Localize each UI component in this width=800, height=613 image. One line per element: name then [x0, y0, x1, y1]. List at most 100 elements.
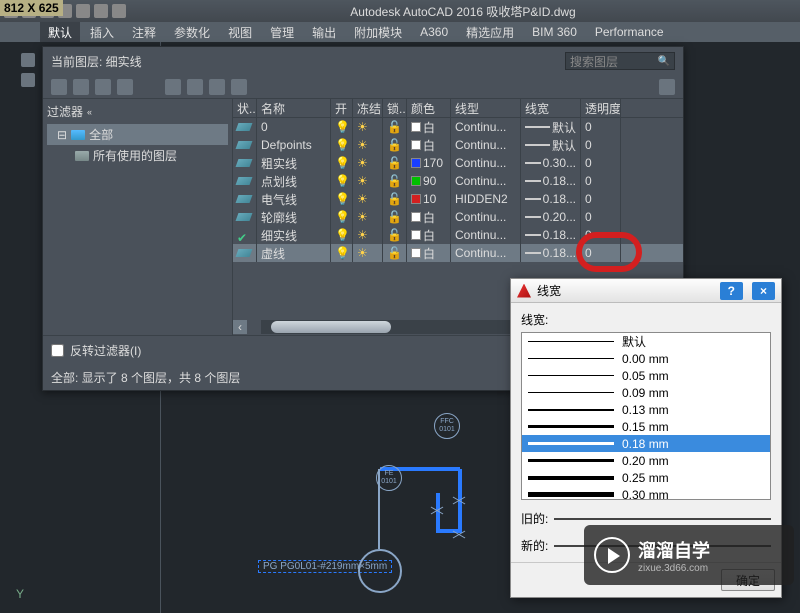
lightbulb-icon[interactable]: 💡: [335, 228, 350, 242]
col-color[interactable]: 颜色: [407, 99, 451, 117]
lock-icon[interactable]: 🔓: [387, 138, 402, 152]
lightbulb-icon[interactable]: 💡: [335, 210, 350, 224]
lock-icon[interactable]: 🔓: [387, 174, 402, 188]
lock-icon[interactable]: 🔓: [387, 210, 402, 224]
layer-transparency-cell[interactable]: 0: [581, 118, 621, 136]
layer-color-cell[interactable]: 白: [407, 208, 451, 226]
lightbulb-icon[interactable]: 💡: [335, 138, 350, 152]
tree-item-used[interactable]: 所有使用的图层: [47, 145, 228, 166]
layer-linetype-cell[interactable]: Continu...: [451, 136, 521, 154]
sun-icon[interactable]: ☀: [357, 156, 368, 170]
qat-icon[interactable]: [112, 4, 126, 18]
toolbar-button[interactable]: [231, 79, 247, 95]
layer-lineweight-cell[interactable]: 0.18...: [521, 244, 581, 262]
col-lineweight[interactable]: 线宽: [521, 99, 581, 117]
toolbar-button[interactable]: [209, 79, 225, 95]
lineweight-option[interactable]: 0.30 mm: [522, 486, 770, 500]
sun-icon[interactable]: ☀: [357, 192, 368, 206]
layer-row[interactable]: 粗实线 💡 ☀ 🔓 170Continu... 0.30...0: [233, 154, 683, 172]
layer-name-cell[interactable]: 电气线: [257, 190, 331, 208]
sun-icon[interactable]: ☀: [357, 228, 368, 242]
lineweight-option[interactable]: 0.09 mm: [522, 384, 770, 401]
sun-icon[interactable]: ☀: [357, 246, 368, 260]
panel-close-icon[interactable]: [21, 73, 35, 87]
lineweight-option[interactable]: 0.05 mm: [522, 367, 770, 384]
layer-lineweight-cell[interactable]: 默认: [521, 118, 581, 136]
menu-output[interactable]: 输出: [304, 22, 344, 43]
layer-linetype-cell[interactable]: Continu...: [451, 244, 521, 262]
lineweight-listbox[interactable]: 默认0.00 mm0.05 mm0.09 mm0.13 mm0.15 mm0.1…: [521, 332, 771, 500]
layer-name-cell[interactable]: Defpoints: [257, 136, 331, 154]
lineweight-option[interactable]: 默认: [522, 333, 770, 350]
sun-icon[interactable]: ☀: [357, 120, 368, 134]
lock-icon[interactable]: 🔓: [387, 156, 402, 170]
layer-row[interactable]: 点划线💡☀🔓 90Continu... 0.18...0: [233, 172, 683, 190]
layer-transparency-cell[interactable]: 0: [581, 136, 621, 154]
col-transparency[interactable]: 透明度: [581, 99, 621, 117]
layer-name-cell[interactable]: 0: [257, 118, 331, 136]
lightbulb-icon[interactable]: 💡: [335, 246, 350, 260]
toolbar-button[interactable]: [165, 79, 181, 95]
toolbar-button[interactable]: [73, 79, 89, 95]
lightbulb-icon[interactable]: 💡: [335, 120, 350, 134]
layer-transparency-cell[interactable]: 0: [581, 154, 621, 172]
qat-icon[interactable]: [76, 4, 90, 18]
col-linetype[interactable]: 线型: [451, 99, 521, 117]
close-button[interactable]: ×: [752, 282, 775, 300]
layer-row[interactable]: 0💡☀🔓 白Continu... 默认0: [233, 118, 683, 136]
layer-color-cell[interactable]: 170: [407, 154, 451, 172]
layer-linetype-cell[interactable]: Continu...: [451, 118, 521, 136]
lineweight-option[interactable]: 0.25 mm: [522, 469, 770, 486]
scroll-left-icon[interactable]: ‹: [233, 320, 247, 334]
toolbar-button[interactable]: [117, 79, 133, 95]
lightbulb-icon[interactable]: 💡: [335, 156, 350, 170]
layer-color-cell[interactable]: 90: [407, 172, 451, 190]
lineweight-option[interactable]: 0.15 mm: [522, 418, 770, 435]
col-name[interactable]: 名称: [257, 99, 331, 117]
menu-default[interactable]: 默认: [40, 22, 80, 43]
panel-pin-icon[interactable]: [21, 53, 35, 67]
menu-a360[interactable]: A360: [412, 23, 456, 41]
lock-icon[interactable]: 🔓: [387, 192, 402, 206]
layer-linetype-cell[interactable]: Continu...: [451, 154, 521, 172]
invert-filter-checkbox[interactable]: [51, 344, 64, 357]
scrollbar-thumb[interactable]: [271, 321, 391, 333]
layer-name-cell[interactable]: 点划线: [257, 172, 331, 190]
menu-insert[interactable]: 插入: [82, 22, 122, 43]
layer-color-cell[interactable]: 白: [407, 136, 451, 154]
menu-bim360[interactable]: BIM 360: [524, 23, 585, 41]
sun-icon[interactable]: ☀: [357, 210, 368, 224]
layer-linetype-cell[interactable]: Continu...: [451, 172, 521, 190]
layer-lineweight-cell[interactable]: 0.18...: [521, 226, 581, 244]
collapse-icon[interactable]: «: [87, 107, 92, 117]
lock-icon[interactable]: 🔓: [387, 120, 402, 134]
qat-icon[interactable]: [94, 4, 108, 18]
lock-icon[interactable]: 🔓: [387, 228, 402, 242]
layer-linetype-cell[interactable]: HIDDEN2: [451, 190, 521, 208]
search-layer-input[interactable]: 搜索图层: [565, 52, 675, 70]
layer-transparency-cell[interactable]: 0: [581, 172, 621, 190]
sun-icon[interactable]: ☀: [357, 138, 368, 152]
layer-name-cell[interactable]: 粗实线: [257, 154, 331, 172]
layer-lineweight-cell[interactable]: 0.30...: [521, 154, 581, 172]
menu-view[interactable]: 视图: [220, 22, 260, 43]
lineweight-option[interactable]: 0.18 mm: [522, 435, 770, 452]
layer-lineweight-cell[interactable]: 0.20...: [521, 208, 581, 226]
layer-linetype-cell[interactable]: Continu...: [451, 226, 521, 244]
sun-icon[interactable]: ☀: [357, 174, 368, 188]
menu-addons[interactable]: 附加模块: [346, 22, 410, 43]
col-status[interactable]: 状..: [233, 99, 257, 117]
layer-transparency-cell[interactable]: 0: [581, 190, 621, 208]
menu-featured[interactable]: 精选应用: [458, 22, 522, 43]
layer-color-cell[interactable]: 白: [407, 244, 451, 262]
toolbar-button[interactable]: [187, 79, 203, 95]
layer-lineweight-cell[interactable]: 0.18...: [521, 172, 581, 190]
layer-linetype-cell[interactable]: Continu...: [451, 208, 521, 226]
layer-row[interactable]: 轮廓线💡☀🔓 白Continu... 0.20...0: [233, 208, 683, 226]
col-lock[interactable]: 锁..: [383, 99, 407, 117]
menu-performance[interactable]: Performance: [587, 23, 672, 41]
layer-lineweight-cell[interactable]: 0.18...: [521, 190, 581, 208]
layer-lineweight-cell[interactable]: 默认: [521, 136, 581, 154]
tree-item-all[interactable]: ⊟ 全部: [47, 124, 228, 145]
menu-manage[interactable]: 管理: [262, 22, 302, 43]
